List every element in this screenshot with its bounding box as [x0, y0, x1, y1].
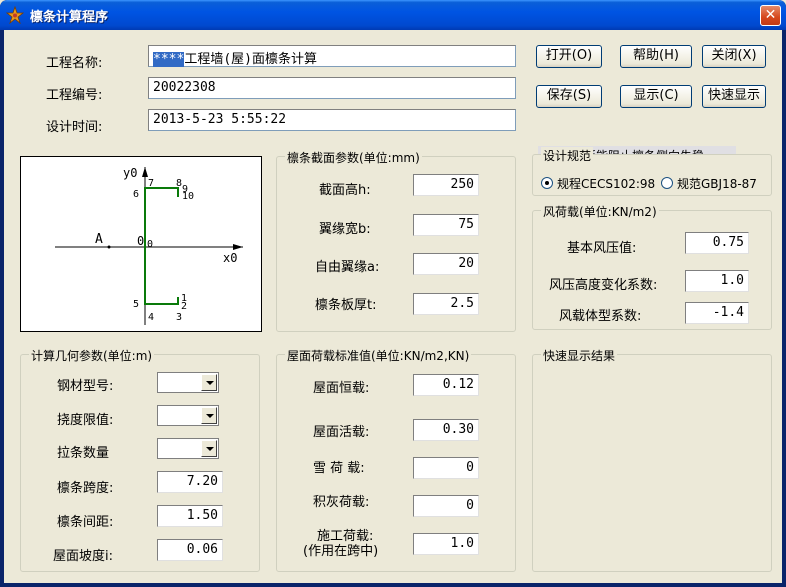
- base-wind-input[interactable]: 0.75: [685, 232, 749, 254]
- ash-load-input[interactable]: 0: [413, 495, 479, 517]
- span-label: 檩条跨度:: [57, 481, 114, 496]
- code-gbj-label: 规范GBJ18-87: [677, 177, 757, 191]
- quick-show-button[interactable]: 快速显示: [702, 85, 766, 108]
- quick-results-title: 快速显示结果: [541, 347, 618, 364]
- project-name-text: 工程墙(屋)面檩条计算: [184, 52, 317, 67]
- design-code-title: 设计规范: [541, 147, 594, 164]
- flange-width-input[interactable]: 75: [413, 214, 479, 236]
- construction-load-note: (作用在跨中): [303, 544, 379, 559]
- lip-length-label: 自由翼缘a:: [315, 260, 380, 275]
- section-diagram-svg: y0 x0 A 0 0 1 2 3 4 5 6 7 8 9 10: [55, 166, 243, 325]
- point-a-marker: [107, 245, 111, 249]
- point-a-label: A: [95, 232, 103, 247]
- project-name-label: 工程名称:: [46, 56, 103, 71]
- x-axis-arrow: [233, 244, 243, 250]
- project-number-input[interactable]: 20022308: [148, 77, 516, 99]
- title-bar[interactable]: 檩条计算程序 ✕: [0, 0, 786, 30]
- window-close-button[interactable]: ✕: [760, 5, 781, 26]
- height-coef-input[interactable]: 1.0: [685, 270, 749, 292]
- client-area: 工程名称: ****工程墙(屋)面檩条计算 工程编号: 20022308 设计时…: [4, 30, 782, 583]
- snow-load-input[interactable]: 0: [413, 457, 479, 479]
- point-3-label: 3: [176, 312, 182, 323]
- live-load-label: 屋面活载:: [313, 425, 370, 440]
- x-axis-label: x0: [223, 251, 237, 265]
- open-button[interactable]: 打开(O): [536, 45, 602, 68]
- deflection-limit-select[interactable]: [157, 405, 219, 426]
- section-params-title: 檩条截面参数(单位:mm): [285, 149, 422, 166]
- project-name-selection: ****: [153, 52, 185, 67]
- steel-type-dropdown-icon[interactable]: [201, 374, 217, 391]
- dead-load-input[interactable]: 0.12: [413, 374, 479, 396]
- code-cecs-label: 规程CECS102:98: [557, 177, 656, 191]
- tie-count-label: 拉条数量: [57, 446, 110, 461]
- height-coef-label: 风压高度变化系数:: [549, 278, 658, 293]
- thickness-label: 檩条板厚t:: [315, 298, 377, 313]
- roof-loads-title: 屋面荷载标准值(单位:KN/m2,KN): [285, 347, 472, 364]
- shape-coef-label: 风载体型系数:: [559, 309, 642, 324]
- origin-o-label: 0: [137, 234, 144, 248]
- flange-width-label: 翼缘宽b:: [319, 222, 371, 237]
- design-time-input[interactable]: 2013-5-23 5:55:22: [148, 109, 516, 131]
- slope-input[interactable]: 0.06: [157, 539, 223, 561]
- snow-load-label: 雪 荷 载:: [313, 461, 365, 476]
- project-number-label: 工程编号:: [46, 88, 103, 103]
- app-window: 檩条计算程序 ✕ 工程名称: ****工程墙(屋)面檩条计算 工程编号: 200…: [0, 0, 786, 587]
- geometry-title: 计算几何参数(单位:m): [29, 347, 155, 364]
- origin-label: 0: [147, 239, 153, 250]
- wind-load-group: 风荷载(单位:KN/m2) 基本风压值: 0.75 风压高度变化系数: 1.0 …: [532, 203, 772, 330]
- point-10-label: 10: [182, 191, 194, 202]
- app-star-icon: [6, 6, 24, 24]
- point-6-label: 6: [133, 189, 139, 200]
- section-height-label: 截面高h:: [319, 183, 371, 198]
- span-input[interactable]: 7.20: [157, 471, 223, 493]
- live-load-input[interactable]: 0.30: [413, 419, 479, 441]
- point-2-label: 2: [181, 301, 187, 312]
- roof-loads-group: 屋面荷载标准值(单位:KN/m2,KN) 屋面恒载: 0.12 屋面活载: 0.…: [276, 347, 516, 572]
- spacing-input[interactable]: 1.50: [157, 505, 223, 527]
- code-gbj-radio[interactable]: [661, 177, 673, 189]
- deflection-limit-dropdown-icon[interactable]: [201, 407, 217, 424]
- ash-load-label: 积灰荷载:: [313, 495, 370, 510]
- save-button[interactable]: 保存(S): [536, 85, 602, 108]
- geometry-group: 计算几何参数(单位:m) 钢材型号: 挠度限值: 拉条数量 檩条跨度: 7.20…: [20, 347, 260, 572]
- project-name-input[interactable]: ****工程墙(屋)面檩条计算: [148, 45, 516, 67]
- spacing-label: 檩条间距:: [57, 515, 114, 530]
- y-axis-label: y0: [123, 166, 137, 180]
- design-code-group: 设计规范 规程CECS102:98 规范GBJ18-87: [532, 147, 772, 196]
- deflection-limit-label: 挠度限值:: [57, 413, 114, 428]
- thickness-input[interactable]: 2.5: [413, 293, 479, 315]
- steel-type-select[interactable]: [157, 372, 219, 393]
- construction-load-input[interactable]: 1.0: [413, 533, 479, 555]
- code-cecs-radio[interactable]: [541, 177, 553, 189]
- point-5-label: 5: [133, 299, 139, 310]
- base-wind-label: 基本风压值:: [567, 241, 637, 256]
- tie-count-dropdown-icon[interactable]: [201, 440, 217, 457]
- shape-coef-input[interactable]: -1.4: [685, 302, 749, 324]
- help-button[interactable]: 帮助(H): [620, 45, 692, 68]
- point-4-label: 4: [148, 312, 154, 323]
- section-diagram: y0 x0 A 0 0 1 2 3 4 5 6 7 8 9 10: [20, 156, 262, 332]
- design-time-label: 设计时间:: [46, 120, 103, 135]
- quick-results-group: 快速显示结果: [532, 347, 772, 572]
- tie-count-select[interactable]: [157, 438, 219, 459]
- y-axis-arrow: [142, 167, 148, 177]
- show-button[interactable]: 显示(C): [620, 85, 692, 108]
- window-title: 檩条计算程序: [30, 10, 109, 25]
- section-height-input[interactable]: 250: [413, 174, 479, 196]
- dead-load-label: 屋面恒载:: [313, 381, 370, 396]
- wind-load-title: 风荷载(单位:KN/m2): [541, 203, 659, 220]
- slope-label: 屋面坡度i:: [53, 549, 113, 564]
- steel-type-label: 钢材型号:: [57, 379, 114, 394]
- lip-length-input[interactable]: 20: [413, 253, 479, 275]
- close-button[interactable]: 关闭(X): [702, 45, 766, 68]
- section-params-group: 檩条截面参数(单位:mm) 截面高h: 250 翼缘宽b: 75 自由翼缘a: …: [276, 149, 516, 332]
- point-7-label: 7: [148, 178, 154, 189]
